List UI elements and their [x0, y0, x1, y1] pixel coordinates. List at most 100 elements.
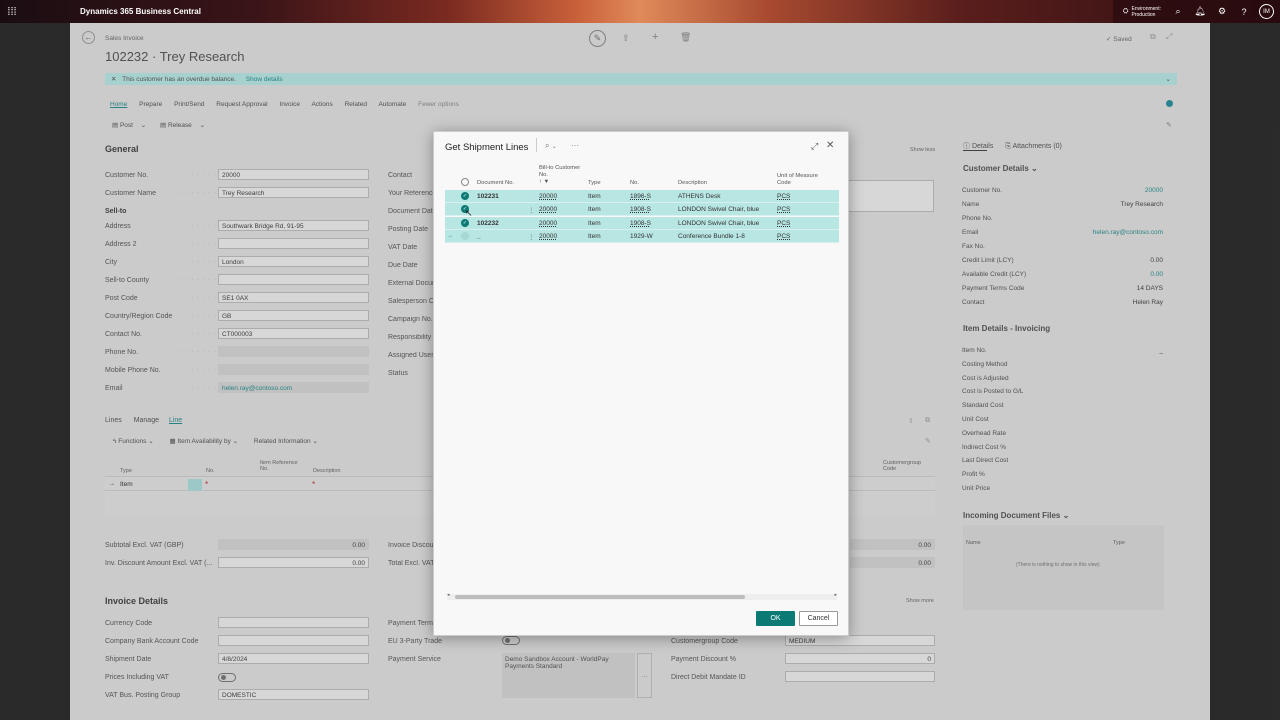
uom-cell[interactable]: PCS: [777, 193, 790, 200]
row-actions-icon[interactable]: ⋮: [528, 206, 535, 214]
help-icon[interactable]: ?: [1233, 7, 1255, 17]
release-button[interactable]: ▤ Release ⌄: [160, 121, 205, 129]
menu-home[interactable]: Home: [110, 101, 127, 108]
menu-related[interactable]: Related: [345, 101, 367, 108]
general-section-title[interactable]: General: [105, 144, 139, 154]
menu-actions[interactable]: Actions: [311, 101, 332, 108]
tab-attachments[interactable]: ⎘ Attachments (0): [1005, 143, 1062, 150]
customer-details-title[interactable]: Customer Details ⌄: [963, 164, 1038, 173]
item-availability-menu[interactable]: ▦ Item Availability by ⌄: [170, 438, 239, 445]
pin-lines-icon[interactable]: ✎: [925, 437, 931, 445]
horizontal-scrollbar[interactable]: ◂ ▸: [447, 592, 837, 600]
info-icon[interactable]: [1166, 100, 1173, 107]
menu-print-send[interactable]: Print/Send: [174, 101, 204, 108]
customer-detail-value-email[interactable]: helen.ray@contoso.com: [1070, 229, 1163, 236]
open-lines-icon[interactable]: ⧉: [925, 417, 930, 425]
col-description[interactable]: Description: [678, 180, 707, 187]
field-country-region-code[interactable]: GB: [218, 310, 369, 321]
item-no-cell[interactable]: 1908-S: [630, 206, 651, 213]
app-name[interactable]: Dynamics 365 Business Central: [80, 7, 201, 16]
delete-trash-icon[interactable]: 🗑︎: [680, 32, 691, 43]
field-customer-name[interactable]: Trey Research: [218, 187, 369, 198]
shipment-line-row[interactable]: ✓ 102231 20000 Item 1896-S ATHENS Desk PCS: [445, 190, 839, 203]
share-lines-icon[interactable]: ⇪: [908, 417, 914, 425]
col-bill-to-customer-no[interactable]: Bill-to Customer No. ↑ ▼: [539, 165, 584, 186]
more-options-icon[interactable]: ···: [571, 141, 579, 150]
field-address[interactable]: Southwark Bridge Rd, 91-95: [218, 220, 369, 231]
document-no-cell[interactable]: 102232: [477, 220, 499, 227]
settings-gear-icon[interactable]: ⚙: [1211, 6, 1233, 17]
field-customer-no[interactable]: 20000: [218, 169, 369, 180]
environment-indicator[interactable]: ⛭ Environment: Production: [1117, 6, 1167, 18]
col-no[interactable]: No.: [630, 180, 639, 187]
menu-automate[interactable]: Automate: [378, 101, 406, 108]
row-selected-check-icon[interactable]: ✓: [461, 192, 469, 200]
customer-detail-value-available-credit-lcy[interactable]: 0.00: [1070, 271, 1163, 278]
field-address-2[interactable]: [218, 238, 369, 249]
banner-show-details-link[interactable]: Show details: [246, 76, 283, 83]
incoming-document-files-title[interactable]: Incoming Document Files ⌄: [963, 511, 1069, 520]
field-post-code[interactable]: SE1 0AX: [218, 292, 369, 303]
shipment-line-row[interactable]: ✓ 102232 20000 Item 1908-S LONDON Swivel Chai…: [445, 216, 839, 230]
related-information-menu[interactable]: Related Information ⌄: [254, 438, 318, 445]
edit-pencil-icon[interactable]: ✎: [589, 30, 606, 47]
document-no-cell[interactable]: 102231: [477, 193, 499, 200]
invoice-col3-field-customergroup-code[interactable]: MEDIUM: [785, 635, 935, 646]
tab-lines[interactable]: Lines: [105, 417, 122, 424]
item-no-cell[interactable]: 1929-W: [630, 233, 653, 240]
open-new-window-icon[interactable]: ⧉: [1150, 32, 1156, 42]
menu-prepare[interactable]: Prepare: [139, 101, 162, 108]
chevron-down-icon[interactable]: ⌄: [1166, 75, 1171, 83]
col-document-no[interactable]: Document No.: [477, 180, 514, 187]
invoice-details-title[interactable]: Invoice Details: [105, 596, 168, 606]
item-no-cell[interactable]: 1896-S: [630, 193, 651, 200]
menu-request-approval[interactable]: Request Approval: [216, 101, 267, 108]
menu-fewer-options[interactable]: Fewer options: [418, 101, 459, 108]
uom-cell[interactable]: PCS: [777, 233, 790, 240]
post-button[interactable]: ▤ Post ⌄: [112, 121, 146, 129]
bill-to-customer-cell[interactable]: 20000: [539, 220, 557, 227]
back-arrow-icon[interactable]: ←: [82, 31, 95, 44]
bill-to-customer-cell[interactable]: 20000: [539, 193, 557, 200]
scroll-right-icon[interactable]: ▸: [834, 592, 837, 598]
expand-dialog-icon[interactable]: ⤢: [811, 141, 818, 152]
col-type[interactable]: Type: [588, 180, 601, 187]
ok-button[interactable]: OK: [756, 611, 795, 626]
search-icon[interactable]: ⌕ ⌄: [545, 141, 557, 151]
invoice-field-currency-code[interactable]: [218, 617, 369, 628]
row-actions-icon[interactable]: ⋮: [528, 233, 535, 241]
close-icon[interactable]: ✕: [111, 76, 116, 83]
field-sell-to-county[interactable]: [218, 274, 369, 285]
item-no-cell[interactable]: 1908-S: [630, 220, 651, 227]
field-contact-no[interactable]: CT000003: [218, 328, 369, 339]
new-plus-icon[interactable]: +: [652, 31, 658, 43]
field-mobile-phone-no[interactable]: [218, 364, 369, 375]
prices-including-vat-toggle[interactable]: [218, 673, 236, 682]
pin-icon[interactable]: ✎: [1166, 121, 1172, 129]
menu-invoice[interactable]: Invoice: [279, 101, 300, 108]
bill-to-customer-cell[interactable]: 20000: [539, 233, 557, 240]
col-unit-of-measure[interactable]: Unit of Measure Code: [777, 173, 827, 187]
close-dialog-icon[interactable]: ✕: [826, 140, 834, 151]
invoice-field-vat-bus-posting-group[interactable]: DOMESTIC: [218, 689, 369, 700]
payment-service-value[interactable]: Demo Sandbox Account - WorldPay Payments…: [502, 653, 635, 698]
item-details-title[interactable]: Item Details - Invoicing: [963, 324, 1050, 333]
search-icon[interactable]: ⌕: [1167, 6, 1189, 17]
shipment-line-row[interactable]: ✓ ⋮ 20000 Item 1908-S LONDON Swivel Chair, bl…: [445, 203, 839, 217]
bill-to-customer-cell[interactable]: 20000: [539, 206, 557, 213]
app-launcher-icon[interactable]: ⁞⁞⁞: [0, 0, 24, 23]
line-selector[interactable]: [188, 479, 202, 491]
scroll-thumb[interactable]: [455, 595, 745, 599]
notification-bell-icon[interactable]: 🔔︎: [1189, 6, 1211, 17]
tab-details[interactable]: ⓘ Details: [963, 143, 993, 150]
cancel-button[interactable]: Cancel: [799, 611, 838, 626]
field-phone-no[interactable]: [218, 346, 369, 357]
row-selected-check-icon[interactable]: ✓: [461, 218, 469, 227]
invoice-col3-field-payment-discount[interactable]: 0: [785, 653, 935, 664]
invoice-col3-field-direct-debit-mandate-id[interactable]: [785, 671, 935, 682]
user-avatar[interactable]: IM: [1259, 4, 1274, 19]
customer-detail-value-customer-no[interactable]: 20000: [1070, 187, 1163, 194]
eu-3-party-trade-toggle[interactable]: [502, 636, 520, 645]
share-icon[interactable]: ⇪: [622, 33, 630, 44]
row-checkbox[interactable]: [461, 231, 469, 240]
